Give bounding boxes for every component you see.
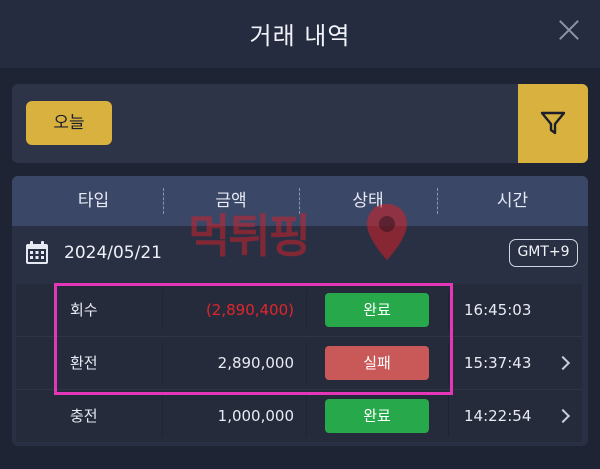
transaction-list: 회수 (2,890,400) 완료 16:45:03 환전 2,890,000 …: [16, 284, 582, 442]
chevron-right-icon[interactable]: [555, 355, 571, 371]
timezone-badge[interactable]: GMT+9: [509, 239, 578, 267]
calendar-icon: [26, 241, 48, 264]
row-type: 환전: [70, 354, 98, 372]
today-button[interactable]: 오늘: [26, 101, 112, 145]
row-amount: 1,000,000: [217, 407, 294, 425]
column-header-type: 타입: [77, 191, 110, 211]
table-row[interactable]: 회수 (2,890,400) 완료 16:45:03: [16, 284, 582, 336]
cell-divider: [448, 343, 449, 383]
filter-button[interactable]: [518, 84, 588, 163]
dialog-title: 거래 내역: [249, 22, 351, 50]
cell-divider: [306, 396, 307, 436]
group-date: 2024/05/21: [64, 243, 162, 263]
table-row[interactable]: 충전 1,000,000 완료 14:22:54: [16, 390, 582, 442]
row-amount: (2,890,400): [205, 301, 294, 319]
cell-divider: [306, 290, 307, 330]
map-pin-icon: [367, 204, 407, 260]
watermark: 먹튀핑: [188, 196, 416, 266]
column-header-time: 시간: [496, 191, 529, 211]
row-type: 회수: [70, 301, 98, 319]
cell-divider: [448, 290, 449, 330]
row-amount: 2,890,000: [217, 354, 294, 372]
cell-divider: [162, 343, 163, 383]
filter-icon: [540, 111, 566, 135]
cell-divider: [162, 396, 163, 436]
row-time: 16:45:03: [464, 301, 532, 319]
table-row[interactable]: 환전 2,890,000 실패 15:37:43: [16, 337, 582, 389]
chevron-right-icon[interactable]: [555, 408, 571, 424]
row-time: 14:22:54: [464, 407, 532, 425]
status-badge: 완료: [325, 293, 429, 327]
watermark-text: 먹튀핑: [188, 209, 311, 263]
status-badge: 실패: [325, 346, 429, 380]
dialog-header: 거래 내역: [0, 0, 600, 68]
cell-divider: [162, 290, 163, 330]
cell-divider: [306, 343, 307, 383]
cell-divider: [448, 396, 449, 436]
row-type: 충전: [70, 407, 98, 425]
status-badge: 완료: [325, 399, 429, 433]
filter-bar: 오늘: [12, 84, 588, 163]
close-icon[interactable]: [558, 18, 580, 40]
row-time: 15:37:43: [464, 354, 532, 372]
